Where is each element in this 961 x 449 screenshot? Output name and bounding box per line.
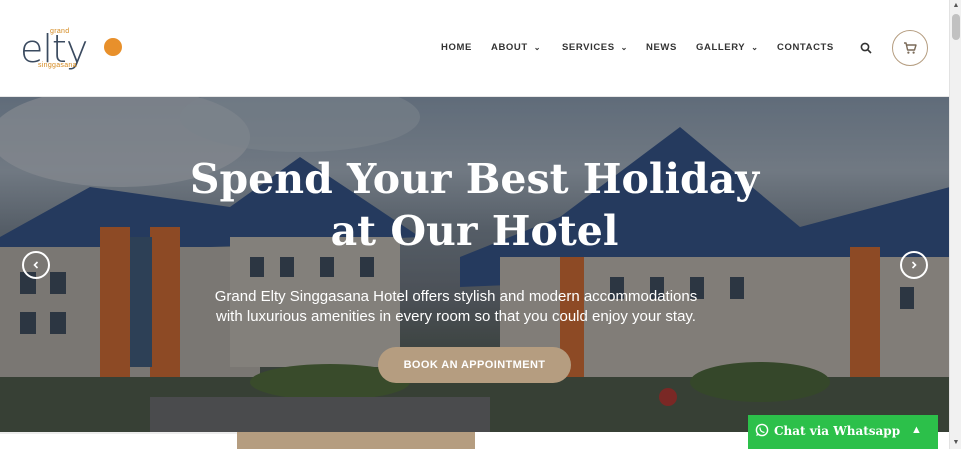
hero-description-line-1: Grand Elty Singgasana Hotel offers styli… — [214, 288, 698, 305]
logo[interactable]: grand elty singgasana — [20, 26, 130, 70]
scroll-down-arrow-icon[interactable]: ▼ — [950, 437, 961, 449]
nav-contacts[interactable]: CONTACTS — [777, 42, 834, 53]
nav-services-label: SERVICES — [562, 42, 615, 53]
nav-home[interactable]: HOME — [441, 42, 472, 53]
book-appointment-label: BOOK AN APPOINTMENT — [403, 359, 546, 371]
whatsapp-chat-label: Chat via Whatsapp — [774, 424, 901, 438]
hero-title: Spend Your Best Holiday at Our Hotel — [0, 153, 949, 257]
chevron-down-icon: ⌄ — [533, 43, 542, 52]
scrollbar[interactable]: ▲ ▼ — [949, 0, 961, 449]
whatsapp-icon — [755, 423, 769, 437]
logo-dot — [104, 38, 122, 56]
hero-title-line-1: Spend Your Best Holiday — [189, 155, 760, 203]
chevron-down-icon: ⌄ — [620, 43, 628, 52]
chevron-down-icon: ⌄ — [751, 43, 759, 52]
cart-icon — [904, 42, 917, 54]
site-header: grand elty singgasana HOME ABOUT ⌄ SERVI… — [0, 0, 949, 97]
nav-contacts-label: CONTACTS — [777, 42, 834, 53]
scroll-up-arrow-icon[interactable]: ▲ — [950, 0, 961, 12]
hero-description: Grand Elty Singgasana Hotel offers styli… — [0, 287, 912, 327]
chevron-left-icon — [33, 261, 39, 269]
scrollbar-thumb[interactable] — [952, 14, 960, 40]
nav-home-label: HOME — [441, 42, 472, 53]
nav-gallery[interactable]: GALLERY ⌄ — [696, 42, 759, 53]
nav-services[interactable]: SERVICES ⌄ — [562, 42, 628, 53]
strip-tan-segment — [237, 432, 475, 449]
slider-prev-button[interactable] — [22, 251, 50, 279]
chevron-up-icon[interactable]: ▲ — [911, 424, 922, 436]
hero-slider: Spend Your Best Holiday at Our Hotel Gra… — [0, 97, 949, 432]
book-appointment-button[interactable]: BOOK AN APPOINTMENT — [378, 347, 571, 383]
hero-title-line-2: at Our Hotel — [330, 207, 619, 255]
nav-gallery-label: GALLERY — [696, 42, 746, 53]
logo-bottom-text: singgasana — [38, 62, 77, 69]
whatsapp-chat-button[interactable]: Chat via Whatsapp ▲ — [748, 415, 938, 449]
slider-next-button[interactable] — [900, 251, 928, 279]
nav-about[interactable]: ABOUT ⌄ — [491, 42, 541, 53]
cart-button[interactable] — [892, 30, 928, 66]
hero-description-line-2: with luxurious amenities in every room s… — [216, 308, 696, 325]
search-icon — [860, 42, 872, 54]
nav-news[interactable]: NEWS — [646, 42, 677, 53]
search-button[interactable] — [860, 41, 874, 55]
strip-gray-segment — [0, 432, 237, 434]
chevron-right-icon — [911, 261, 917, 269]
nav-about-label: ABOUT — [491, 42, 528, 53]
nav-news-label: NEWS — [646, 42, 677, 53]
